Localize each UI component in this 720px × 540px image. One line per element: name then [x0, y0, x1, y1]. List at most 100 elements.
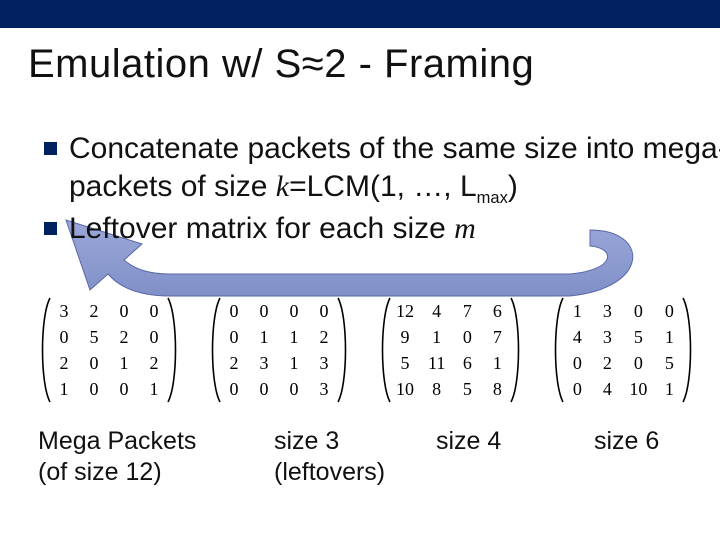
matrix-1: 3 2 0 0 0 5 2 0 2 0 1 2 1 0 0 1 [38, 296, 180, 404]
cell: 0 [86, 379, 102, 400]
approx-symbol: ≈ [302, 42, 324, 86]
cell: 8 [489, 379, 505, 400]
cell: 0 [286, 379, 302, 400]
matrix-3: 12 4 7 6 9 1 0 7 5 11 6 1 10 8 5 8 [378, 296, 523, 404]
matrix-2-body: 0 0 0 0 0 1 1 2 2 3 1 3 0 0 0 3 [222, 296, 336, 404]
cell: 3 [599, 301, 615, 322]
cell: 4 [569, 327, 585, 348]
cell: 0 [459, 327, 475, 348]
caption-2-line-1: size 3 [274, 427, 339, 455]
caption-3: size 4 [436, 426, 556, 457]
bullet-2-mvar: m [454, 212, 476, 245]
bullet-1-text: Concatenate packets of the same size int… [69, 130, 720, 208]
cell: 0 [146, 327, 162, 348]
matrix-1-body: 3 2 0 0 0 5 2 0 2 0 1 2 1 0 0 1 [52, 296, 166, 404]
cell: 1 [146, 379, 162, 400]
cell: 5 [629, 327, 647, 348]
bullet-1-part-c: ) [508, 170, 518, 203]
cell: 11 [428, 353, 445, 374]
caption-2-line-2: (leftovers) [274, 458, 385, 486]
title-part-2: 2 - Framing [324, 42, 534, 86]
bullet-item-2: Leftover matrix for each size m [44, 210, 720, 248]
cell: 2 [226, 353, 242, 374]
cell: 1 [489, 353, 505, 374]
caption-4: size 6 [594, 426, 714, 457]
left-paren-icon [551, 296, 565, 404]
left-paren-icon [378, 296, 392, 404]
bullet-square-icon [44, 142, 57, 155]
caption-3-text: size 4 [436, 427, 501, 455]
cell: 0 [629, 301, 647, 322]
bullet-2-text: Leftover matrix for each size m [69, 210, 476, 248]
cell: 0 [316, 301, 332, 322]
right-paren-icon [336, 296, 350, 404]
cell: 8 [428, 379, 445, 400]
matrix-2: 0 0 0 0 0 1 1 2 2 3 1 3 0 0 0 3 [208, 296, 350, 404]
cell: 3 [56, 301, 72, 322]
cell: 0 [629, 353, 647, 374]
bullet-list: Concatenate packets of the same size int… [44, 130, 720, 250]
bullet-1-part-b: =LCM(1, …, L [289, 170, 477, 203]
cell: 0 [56, 327, 72, 348]
cell: 3 [599, 327, 615, 348]
right-paren-icon [509, 296, 523, 404]
cell: 2 [316, 327, 332, 348]
cell: 5 [86, 327, 102, 348]
top-accent-bar [0, 0, 720, 28]
cell: 0 [226, 379, 242, 400]
bullet-1-sub: max [477, 189, 508, 207]
caption-2: size 3 (leftovers) [274, 426, 424, 489]
title-part-1: Emulation w/ S [28, 42, 302, 86]
left-paren-icon [38, 296, 52, 404]
cell: 1 [428, 327, 445, 348]
cell: 1 [286, 353, 302, 374]
right-paren-icon [166, 296, 180, 404]
cell: 0 [569, 353, 585, 374]
cell: 0 [116, 301, 132, 322]
bullet-square-icon [44, 222, 57, 235]
cell: 0 [226, 327, 242, 348]
cell: 10 [629, 379, 647, 400]
cell: 5 [396, 353, 414, 374]
cell: 2 [116, 327, 132, 348]
cell: 0 [286, 301, 302, 322]
cell: 1 [569, 301, 585, 322]
matrix-4-body: 1 3 0 0 4 3 5 1 0 2 0 5 0 4 10 1 [565, 296, 681, 404]
cell: 0 [86, 353, 102, 374]
cell: 5 [661, 353, 677, 374]
slide-title: Emulation w/ S≈2 - Framing [28, 42, 720, 87]
cell: 9 [396, 327, 414, 348]
cell: 5 [459, 379, 475, 400]
caption-1-line-2: (of size 12) [38, 458, 162, 486]
cell: 12 [396, 301, 414, 322]
matrices-row: 3 2 0 0 0 5 2 0 2 0 1 2 1 0 0 1 0 0 0 [38, 296, 695, 404]
cell: 1 [661, 327, 677, 348]
cell: 2 [86, 301, 102, 322]
bullet-2-part-a: Leftover matrix for each size [69, 212, 454, 245]
cell: 0 [661, 301, 677, 322]
caption-1-line-1: Mega Packets [38, 427, 196, 455]
cell: 1 [256, 327, 272, 348]
cell: 6 [489, 301, 505, 322]
cell: 0 [256, 301, 272, 322]
cell: 0 [146, 301, 162, 322]
cell: 2 [599, 353, 615, 374]
cell: 2 [56, 353, 72, 374]
cell: 2 [146, 353, 162, 374]
cell: 0 [226, 301, 242, 322]
cell: 1 [56, 379, 72, 400]
cell: 7 [489, 327, 505, 348]
cell: 1 [116, 353, 132, 374]
matrix-4: 1 3 0 0 4 3 5 1 0 2 0 5 0 4 10 1 [551, 296, 695, 404]
cell: 10 [396, 379, 414, 400]
cell: 3 [256, 353, 272, 374]
right-paren-icon [681, 296, 695, 404]
cell: 6 [459, 353, 475, 374]
caption-1: Mega Packets (of size 12) [38, 426, 238, 489]
cell: 4 [599, 379, 615, 400]
cell: 1 [286, 327, 302, 348]
matrix-3-body: 12 4 7 6 9 1 0 7 5 11 6 1 10 8 5 8 [392, 296, 509, 404]
bullet-1-kvar: k [276, 170, 289, 203]
cell: 3 [316, 353, 332, 374]
left-paren-icon [208, 296, 222, 404]
